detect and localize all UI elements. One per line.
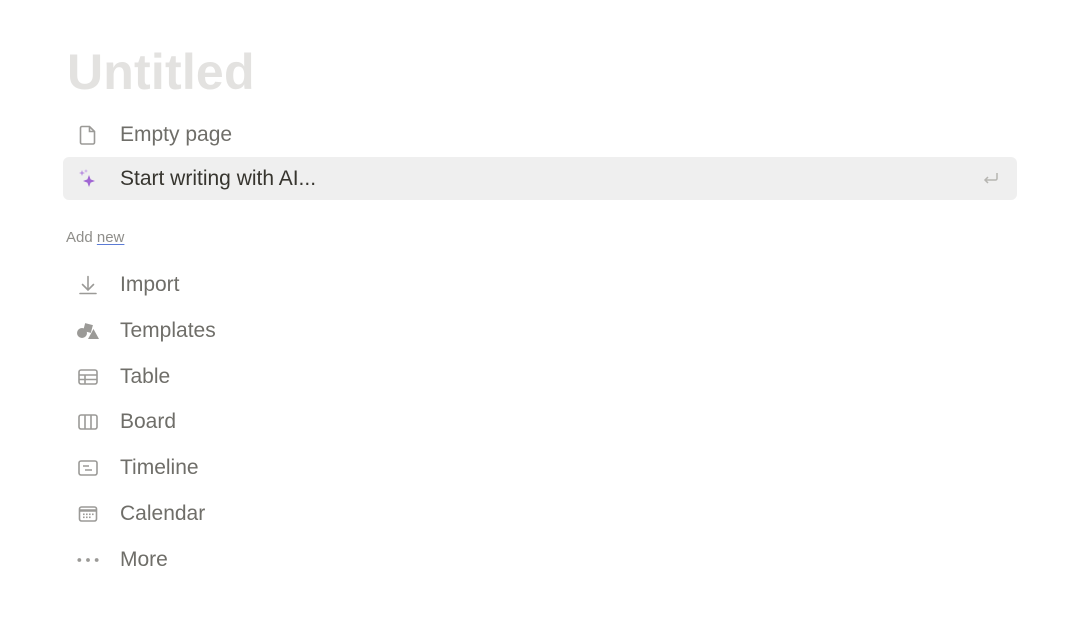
page-title[interactable]: Untitled xyxy=(67,40,255,104)
download-arrow-icon xyxy=(75,272,101,298)
import-option[interactable]: Import xyxy=(63,263,1017,306)
table-label: Table xyxy=(120,364,171,388)
shapes-icon xyxy=(75,318,101,344)
import-label: Import xyxy=(120,272,180,296)
timeline-label: Timeline xyxy=(120,455,199,479)
add-new-prefix: Add xyxy=(66,229,93,246)
timeline-icon xyxy=(75,455,101,481)
empty-page-label: Empty page xyxy=(120,122,233,146)
templates-label: Templates xyxy=(120,318,216,342)
add-new-link[interactable]: new xyxy=(97,229,125,246)
new-page-view: Untitled Empty page Start writing with A… xyxy=(0,0,1080,627)
board-option[interactable]: Board xyxy=(63,400,1017,443)
add-new-heading: Add new xyxy=(66,229,124,246)
more-dots-icon xyxy=(75,547,101,573)
board-icon xyxy=(75,409,101,435)
calendar-label: Calendar xyxy=(120,501,206,525)
more-label: More xyxy=(120,547,168,571)
calendar-icon xyxy=(75,501,101,527)
table-icon xyxy=(75,364,101,390)
sparkle-icon xyxy=(75,166,101,192)
table-option[interactable]: Table xyxy=(63,355,1017,398)
start-writing-ai-label: Start writing with AI... xyxy=(120,166,317,190)
more-option[interactable]: More xyxy=(63,538,1017,581)
enter-key-icon xyxy=(981,168,1001,188)
calendar-option[interactable]: Calendar xyxy=(63,492,1017,535)
page-icon xyxy=(75,122,101,148)
empty-page-option[interactable]: Empty page xyxy=(63,113,1017,156)
board-label: Board xyxy=(120,409,177,433)
templates-option[interactable]: Templates xyxy=(63,309,1017,352)
start-writing-ai-option[interactable]: Start writing with AI... xyxy=(63,157,1017,200)
timeline-option[interactable]: Timeline xyxy=(63,446,1017,489)
